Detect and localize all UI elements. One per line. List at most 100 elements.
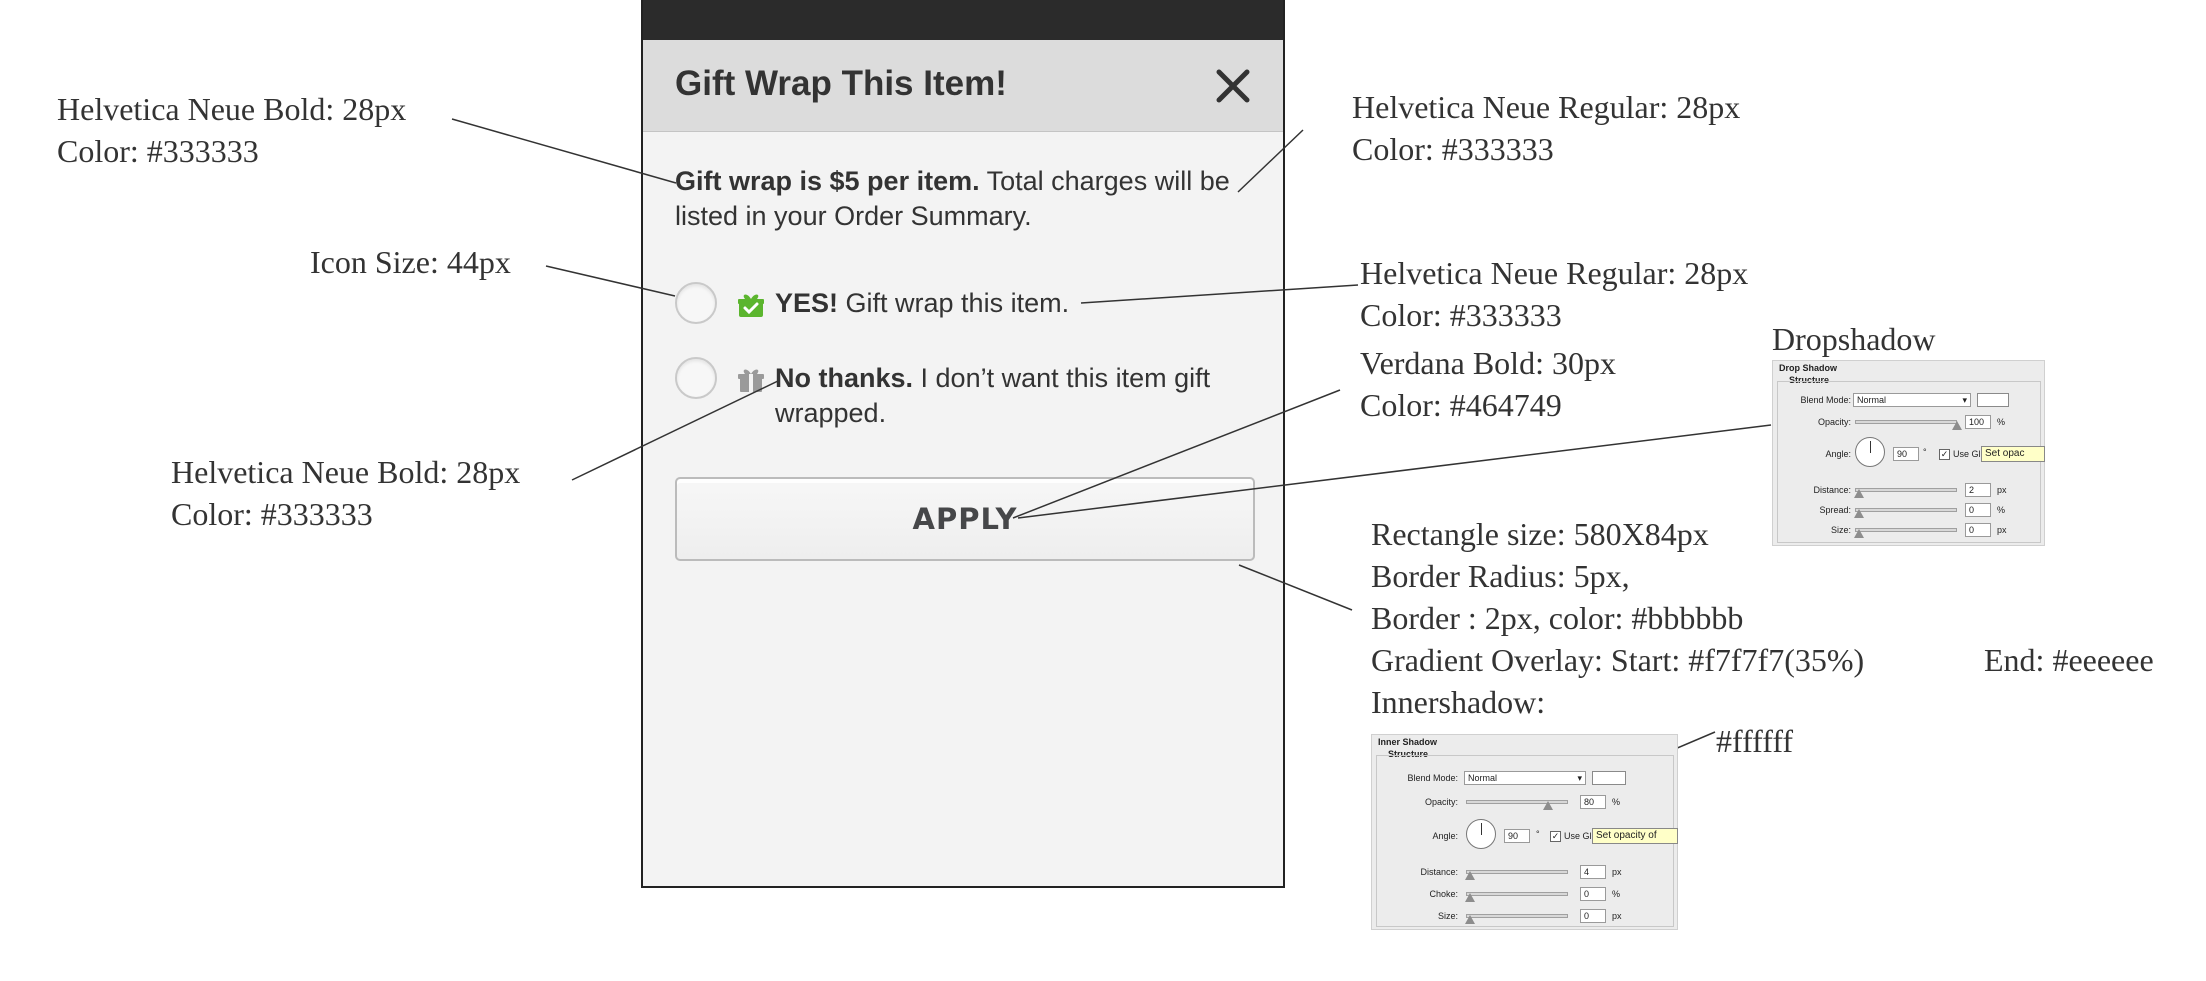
drop-shadow-panel: Drop Shadow Structure Blend Mode: Normal…: [1772, 360, 2045, 546]
blend-mode-select[interactable]: Normal: [1853, 393, 1971, 407]
angle-label: Angle:: [1825, 449, 1851, 459]
spread-label: Spread:: [1819, 505, 1851, 515]
annotation-description-font: Helvetica Neue Regular: 28px Color: #333…: [1352, 86, 1740, 170]
annotation-option-bold-font: Helvetica Neue Bold: 28px Color: #333333: [171, 451, 520, 535]
annotation-gradient-end: End: #eeeeee: [1984, 639, 2154, 681]
opacity-slider-thumb[interactable]: [1542, 801, 1553, 810]
size-input[interactable]: 0: [1580, 909, 1606, 923]
blend-mode-label: Blend Mode:: [1407, 773, 1458, 783]
annotation-line: Color: #333333: [57, 133, 259, 169]
choke-unit: %: [1612, 889, 1621, 899]
opacity-slider-thumb[interactable]: [1952, 421, 1962, 430]
angle-label: Angle:: [1432, 831, 1458, 841]
global-light-label: Use Gl: [1953, 449, 1981, 459]
panel-title: Inner Shadow: [1378, 737, 1438, 747]
annotation-line: Innershadow:: [1371, 684, 1546, 720]
distance-slider[interactable]: [1854, 488, 1957, 498]
distance-row: Distance: 4 px: [1372, 865, 1677, 881]
global-light-label: Use Gl: [1564, 831, 1592, 841]
opacity-row: Opacity: 80 %: [1372, 795, 1677, 811]
size-unit: px: [1997, 525, 2007, 535]
size-slider-thumb[interactable]: [1465, 915, 1475, 924]
opacity-label: Opacity:: [1817, 417, 1851, 427]
size-slider[interactable]: [1465, 914, 1568, 924]
annotation-inner-shadow-color: #ffffff: [1716, 720, 1793, 762]
angle-unit: °: [1923, 447, 1927, 457]
distance-label: Distance:: [1420, 867, 1458, 877]
annotation-line: Border Radius: 5px,: [1371, 558, 1630, 594]
tooltip: Set opac: [1981, 446, 2045, 462]
annotation-line: Verdana Bold: 30px: [1360, 345, 1616, 381]
annotation-line: Color: #333333: [1352, 131, 1554, 167]
choke-slider-thumb[interactable]: [1465, 893, 1475, 902]
spread-input[interactable]: 0: [1965, 503, 1991, 517]
shadow-color-swatch[interactable]: [1592, 771, 1626, 785]
spread-unit: %: [1997, 505, 2006, 515]
annotation-line: Color: #333333: [171, 496, 373, 532]
opacity-row: Opacity: 100 %: [1773, 415, 2044, 431]
angle-input[interactable]: 90: [1893, 447, 1919, 461]
distance-slider-thumb[interactable]: [1854, 489, 1864, 498]
size-slider[interactable]: [1854, 528, 1957, 538]
size-row: Size: 0 px: [1773, 523, 2044, 539]
opacity-slider[interactable]: [1466, 800, 1568, 810]
distance-label: Distance:: [1813, 485, 1851, 495]
choke-label: Choke:: [1429, 889, 1458, 899]
opacity-input[interactable]: 80: [1580, 795, 1606, 809]
opacity-input[interactable]: 100: [1965, 415, 1991, 429]
size-label: Size:: [1830, 525, 1851, 535]
annotation-line: Helvetica Neue Bold: 28px: [57, 91, 407, 127]
size-unit: px: [1612, 911, 1622, 921]
angle-dial[interactable]: [1855, 437, 1885, 467]
angle-row: Angle: 90 ° ✓ Use Gl Set opac: [1773, 437, 2045, 467]
opacity-label: Opacity:: [1424, 797, 1458, 807]
annotation-line: Gradient Overlay: Start: #f7f7f7(35%): [1371, 642, 1865, 678]
opacity-unit: %: [1612, 797, 1621, 807]
spread-row: Spread: 0 %: [1773, 503, 2044, 519]
opacity-unit: %: [1997, 417, 2006, 427]
spread-slider[interactable]: [1854, 508, 1957, 518]
distance-unit: px: [1612, 867, 1622, 877]
spread-slider-thumb[interactable]: [1854, 509, 1864, 518]
distance-row: Distance: 2 px: [1773, 483, 2044, 499]
blend-mode-row: Blend Mode: Normal: [1773, 393, 2044, 409]
choke-row: Choke: 0 %: [1372, 887, 1677, 903]
angle-row: Angle: 90 ° ✓ Use Gl Set opacity of: [1372, 819, 1678, 849]
choke-input[interactable]: 0: [1580, 887, 1606, 901]
distance-slider[interactable]: [1465, 870, 1568, 880]
inner-shadow-panel: Inner Shadow Structure Blend Mode: Norma…: [1371, 734, 1678, 930]
annotation-dropshadow: Dropshadow: [1772, 318, 1936, 360]
annotation-option-font: Helvetica Neue Regular: 28px Color: #333…: [1360, 252, 1748, 336]
annotation-line: Border : 2px, color: #bbbbbb: [1371, 600, 1744, 636]
blend-mode-row: Blend Mode: Normal: [1372, 771, 1677, 787]
annotation-line: Helvetica Neue Regular: 28px: [1352, 89, 1741, 125]
annotation-line: End: #eeeeee: [1984, 642, 2154, 678]
distance-unit: px: [1997, 485, 2007, 495]
global-light-checkbox[interactable]: ✓: [1939, 449, 1950, 460]
choke-slider[interactable]: [1465, 892, 1568, 902]
distance-input[interactable]: 2: [1965, 483, 1991, 497]
annotation-button-font: Verdana Bold: 30px Color: #464749: [1360, 342, 1616, 426]
angle-dial[interactable]: [1466, 819, 1496, 849]
size-slider-thumb[interactable]: [1854, 529, 1864, 538]
annotation-line: Helvetica Neue Regular: 28px: [1360, 255, 1749, 291]
annotation-title-font: Helvetica Neue Bold: 28px Color: #333333: [57, 88, 406, 172]
size-row: Size: 0 px: [1372, 909, 1677, 925]
angle-unit: °: [1536, 829, 1540, 839]
size-input[interactable]: 0: [1965, 523, 1991, 537]
global-light-checkbox[interactable]: ✓: [1550, 831, 1561, 842]
annotation-line: Color: #333333: [1360, 297, 1562, 333]
annotation-line: Icon Size: 44px: [310, 244, 511, 280]
distance-input[interactable]: 4: [1580, 865, 1606, 879]
distance-slider-thumb[interactable]: [1465, 871, 1475, 880]
opacity-slider[interactable]: [1855, 420, 1962, 430]
blend-mode-select[interactable]: Normal: [1464, 771, 1586, 785]
angle-input[interactable]: 90: [1504, 829, 1530, 843]
annotation-line: Color: #464749: [1360, 387, 1562, 423]
tooltip: Set opacity of: [1592, 828, 1678, 844]
size-label: Size:: [1437, 911, 1458, 921]
panel-title: Drop Shadow: [1779, 363, 1837, 373]
annotation-line: Helvetica Neue Bold: 28px: [171, 454, 521, 490]
shadow-color-swatch[interactable]: [1977, 393, 2009, 407]
blend-mode-label: Blend Mode:: [1800, 395, 1851, 405]
